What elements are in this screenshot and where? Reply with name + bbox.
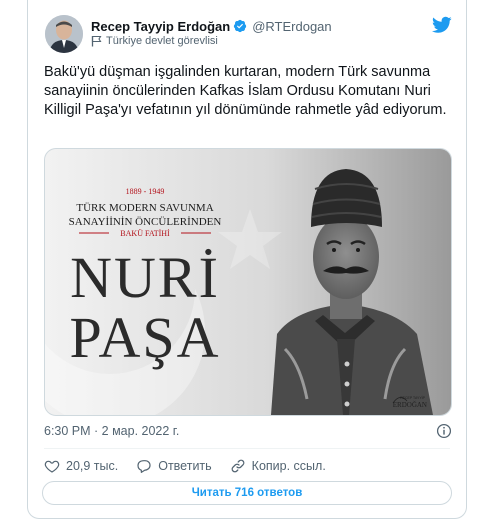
flag-icon (91, 35, 102, 47)
author-name[interactable]: Recep Tayyip Erdoğan (91, 19, 230, 34)
government-label-text: Türkiye devlet görevlisi (106, 35, 218, 47)
info-icon[interactable] (436, 423, 452, 439)
poster-signature-top: RECEP TAYYİP (400, 395, 425, 400)
twitter-bird-icon[interactable] (432, 16, 452, 34)
tweet-card: Recep Tayyip Erdoğan @RTErdogan Türkiye … (27, 0, 467, 519)
tweet-timestamp[interactable]: 6:30 PM · 2 мар. 2022 г. (44, 424, 179, 438)
author-handle[interactable]: @RTErdogan (252, 19, 331, 34)
reply-label: Ответить (158, 459, 212, 473)
verified-badge-icon (234, 19, 247, 33)
author-row: Recep Tayyip Erdoğan @RTErdogan (91, 18, 332, 34)
poster-signature: ERDOĞAN (393, 401, 427, 409)
divider (44, 448, 450, 449)
copy-link-button[interactable]: Копир. ссыл. (230, 458, 326, 474)
copy-link-label: Копир. ссыл. (251, 459, 326, 473)
poster-line-3: BAKÜ FATİHİ (120, 229, 170, 238)
poster-years: 1889 - 1949 (126, 187, 165, 196)
avatar[interactable] (45, 15, 83, 53)
read-replies-button[interactable]: Читать 716 ответов (42, 481, 452, 505)
reply-icon (137, 460, 151, 473)
reply-button[interactable]: Ответить (136, 458, 212, 474)
poster-big-1: NURİ (70, 245, 220, 310)
poster-big-2: PAŞA (70, 305, 221, 370)
tweet-text: Bakü'yü düşman işgalinden kurtaran, mode… (44, 64, 447, 118)
tweet-actions: 20,9 тыс. Ответить Копир. ссыл. (44, 458, 344, 474)
nuri-pasa-poster: 1889 - 1949 TÜRK MODERN SAVUNMA SANAYİİN… (45, 149, 451, 415)
heart-icon (44, 460, 60, 473)
tweet-media[interactable]: 1889 - 1949 TÜRK MODERN SAVUNMA SANAYİİN… (44, 148, 452, 416)
poster-line-1: TÜRK MODERN SAVUNMA (76, 202, 213, 214)
avatar-image (45, 15, 83, 53)
like-button[interactable]: 20,9 тыс. (44, 458, 118, 474)
government-label: Türkiye devlet görevlisi (91, 35, 218, 47)
like-count: 20,9 тыс. (66, 459, 119, 473)
poster-line-2: SANAYİİNİN ÖNCÜLERİNDEN (69, 216, 222, 228)
link-icon (231, 459, 245, 473)
